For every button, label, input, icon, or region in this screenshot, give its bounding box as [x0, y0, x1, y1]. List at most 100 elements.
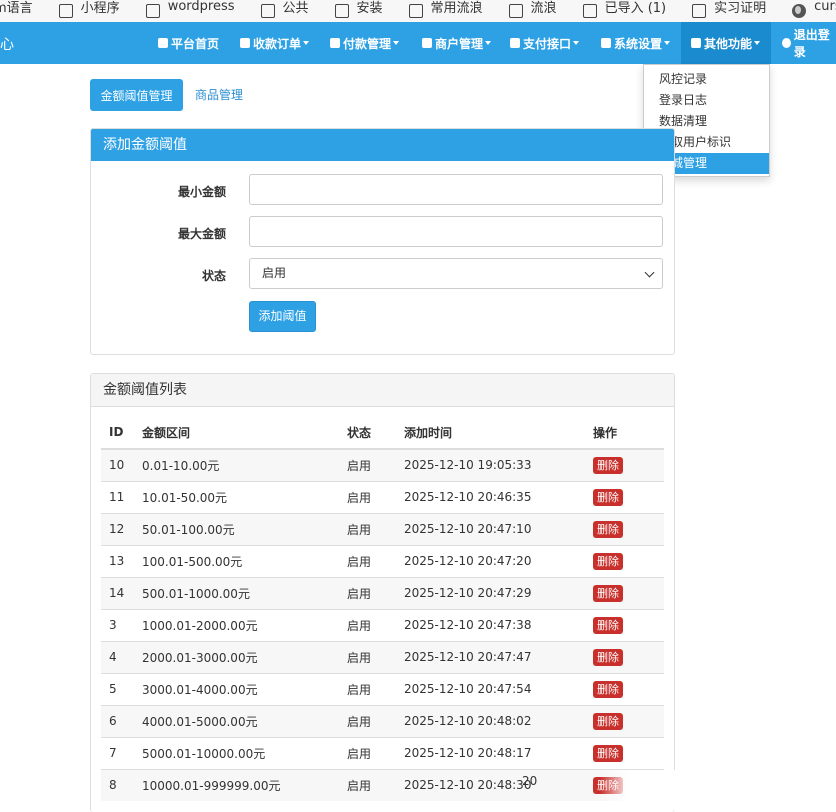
tab-amount-threshold[interactable]: 金额阈值管理: [90, 79, 183, 111]
caret-down-icon: [485, 41, 492, 45]
delete-button[interactable]: 删除: [593, 520, 623, 538]
table-header-row: ID 金额区间 状态 添加时间 操作: [101, 416, 664, 450]
cell-time: 2025-12-10 20:48:17: [396, 736, 585, 769]
checkbox-icon: [334, 4, 349, 18]
nav-merchants[interactable]: 商户管理: [422, 22, 492, 64]
cell-actions: 删除: [585, 544, 664, 577]
delete-button[interactable]: 删除: [593, 680, 623, 698]
checkbox-icon: [582, 4, 597, 18]
bookmark-label: 安装: [356, 0, 383, 16]
status-select[interactable]: 启用: [249, 258, 663, 289]
nav-orders[interactable]: 收款订单: [240, 22, 310, 64]
list-panel-title: 金额阈值列表: [91, 374, 674, 407]
bookmark-item[interactable]: 公共: [257, 0, 309, 22]
delete-button[interactable]: 删除: [593, 712, 623, 730]
nav-pay-interface[interactable]: 支付接口: [510, 22, 580, 64]
dropdown-item-login-log[interactable]: 登录日志: [644, 90, 769, 111]
threshold-table: ID 金额区间 状态 添加时间 操作 10 0.01-10.00元 启用 2025-1…: [101, 416, 664, 801]
delete-button[interactable]: 删除: [593, 648, 623, 666]
cell-status: 启用: [339, 608, 396, 641]
list-icon: [240, 38, 250, 48]
column-header: 操作: [585, 416, 664, 450]
bookmark-item[interactable]: 流浪: [505, 0, 557, 22]
nav-payments[interactable]: 付款管理: [330, 22, 400, 64]
cell-range: 5000.01-10000.00元: [134, 736, 339, 769]
table-row: 10 0.01-10.00元 启用 2025-12-10 19:05:33 删除: [101, 448, 664, 481]
brand-title[interactable]: 心: [0, 34, 14, 54]
bookmark-item[interactable]: 已导入 (1): [579, 0, 667, 22]
delete-button[interactable]: 删除: [593, 456, 623, 474]
bookmark-label: 已导入 (1): [604, 0, 667, 16]
cell-actions: 删除: [585, 704, 664, 737]
nav-other[interactable]: 其他功能: [681, 22, 771, 64]
min-amount-input[interactable]: [249, 174, 663, 205]
bookmark-label: wordpress: [167, 0, 235, 14]
cell-actions: 删除: [585, 480, 664, 513]
cloud-icon: [330, 38, 340, 48]
cell-time: 2025-12-10 20:47:47: [396, 640, 585, 673]
nav-home[interactable]: 平台首页: [158, 22, 219, 64]
card-icon: [510, 38, 520, 48]
power-icon: [782, 38, 791, 48]
add-threshold-panel: 添加金额阈值 最小金额 最大金额 状态 启用 添加阈值: [90, 128, 675, 355]
cell-status: 启用: [339, 736, 396, 769]
delete-button[interactable]: 删除: [593, 584, 623, 602]
delete-button[interactable]: 删除: [593, 744, 623, 762]
cell-actions: 删除: [585, 448, 664, 481]
checkbox-icon: [408, 4, 423, 18]
bookmark-item[interactable]: 安装: [331, 0, 383, 22]
bookmark-item[interactable]: wordpress: [142, 0, 235, 22]
bookmark-item[interactable]: 常用流浪: [405, 0, 483, 22]
cell-status: 启用: [339, 480, 396, 513]
nav-label: 系统设置: [614, 36, 663, 51]
delete-button[interactable]: 删除: [593, 616, 623, 634]
cell-id: 5: [101, 672, 134, 705]
cell-range: 500.01-1000.00元: [134, 576, 339, 609]
cell-id: 7: [101, 736, 134, 769]
delete-button[interactable]: 删除: [593, 488, 623, 506]
cell-time: 2025-12-10 20:46:35: [396, 480, 585, 513]
dropdown-item-risk-log[interactable]: 风控记录: [644, 69, 769, 90]
cell-status: 启用: [339, 640, 396, 673]
cell-status: 启用: [339, 672, 396, 705]
max-amount-input[interactable]: [249, 216, 663, 247]
cell-time: 2025-12-10 20:48:30: [396, 768, 585, 801]
top-navbar: 心 平台首页 收款订单 付款管理 商户管理 支付接口 系统设置 其他功能 退出登…: [0, 22, 836, 64]
cell-time: 2025-12-10 20:47:38: [396, 608, 585, 641]
cell-actions: 删除: [585, 512, 664, 545]
table-row: 11 10.01-50.00元 启用 2025-12-10 20:46:35 删除: [101, 480, 664, 513]
cell-id: 13: [101, 544, 134, 577]
cell-time: 2025-12-10 19:05:33: [396, 448, 585, 481]
tab-product[interactable]: 商品管理: [195, 79, 243, 111]
column-header: 金额区间: [134, 416, 339, 450]
nav-logout[interactable]: 退出登录: [782, 22, 836, 64]
checkbox-icon: [508, 4, 523, 18]
cell-id: 8: [101, 768, 134, 801]
add-panel-title: 添加金额阈值: [91, 129, 674, 161]
cell-actions: 删除: [585, 672, 664, 705]
nav-label: 平台首页: [171, 36, 220, 51]
caret-down-icon: [754, 41, 761, 45]
bookmark-label: 流浪: [530, 0, 557, 16]
nav-label: 退出登录: [793, 28, 830, 59]
table-row: 3 1000.01-2000.00元 启用 2025-12-10 20:47:38 删除: [101, 608, 664, 641]
add-threshold-button[interactable]: 添加阈值: [249, 301, 316, 332]
delete-button[interactable]: 删除: [593, 552, 623, 570]
bookmarks-bar: m语言 小程序 wordpress 公共 安装 常用流浪 流浪 已导入 (1) …: [0, 0, 836, 22]
nav-settings[interactable]: 系统设置: [601, 22, 671, 64]
cell-status: 启用: [339, 704, 396, 737]
checkbox-icon: [58, 4, 73, 18]
user-icon: [422, 38, 432, 48]
checkbox-icon: [692, 4, 707, 18]
cell-status: 启用: [339, 512, 396, 545]
cell-time: 2025-12-10 20:47:54: [396, 672, 585, 705]
bookmark-item[interactable]: 小程序: [55, 0, 120, 22]
nav-label: 收款订单: [253, 36, 302, 51]
min-amount-label: 最小金额: [177, 185, 226, 199]
bookmark-item[interactable]: 实习证明: [688, 0, 766, 22]
checkbox-icon: [260, 4, 275, 18]
bookmark-item[interactable]: m语言: [0, 0, 33, 22]
bookmark-item[interactable]: cursor: [788, 0, 836, 22]
nav-label: 商户管理: [435, 36, 484, 51]
chevron-down-icon: [644, 267, 655, 278]
